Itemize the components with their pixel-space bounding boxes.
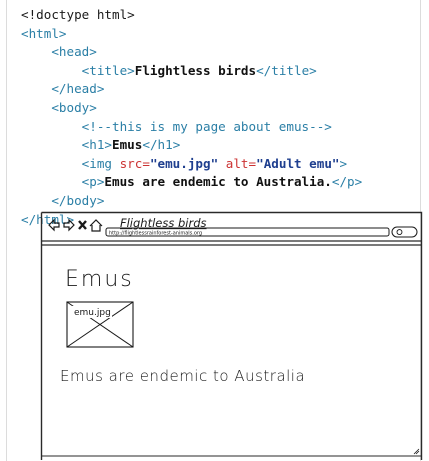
alt-value: "Adult emu" <box>256 155 340 171</box>
back-arrow-icon[interactable] <box>48 218 60 232</box>
head-close-tag: </head> <box>51 81 105 97</box>
doctype-text: <!doctype html> <box>21 7 135 22</box>
browser-wireframe-sketch: Flightless birds http://flightlessrainfo… <box>40 211 423 460</box>
forward-arrow-icon[interactable] <box>63 218 75 232</box>
html-open-tag: <html> <box>21 25 67 41</box>
code-line-html-open: <html> <box>21 25 421 44</box>
p-text: Emus are endemic to Australia. <box>104 174 332 190</box>
body-close-tag: </body> <box>51 192 105 208</box>
src-attribute: src= <box>119 155 150 171</box>
search-box[interactable] <box>391 226 418 238</box>
url-text: http://flightlessrainforest-animals.org <box>109 231 202 237</box>
window-outline <box>40 211 423 460</box>
image-label: emu.jpg <box>74 308 111 318</box>
p-close-tag: </p> <box>331 174 363 190</box>
h1-close-tag: </h1> <box>142 137 181 153</box>
title-text: Flightless birds <box>134 62 257 78</box>
stop-x-icon[interactable] <box>78 220 87 230</box>
code-line-p: <p>Emus are endemic to Australia.</p> <box>21 173 421 192</box>
sketch-paragraph: Emus are endemic to Australia <box>60 367 305 385</box>
search-icon <box>396 229 403 235</box>
code-line-body-open: <body> <box>21 99 421 118</box>
code-line-head-close: </head> <box>21 80 421 99</box>
figure-frame: <!doctype html> <html> <head> <title>Fli… <box>6 0 423 461</box>
home-icon[interactable] <box>89 219 103 232</box>
code-line-comment: <!--this is my page about emus--> <box>21 118 421 137</box>
sketch-heading: Emus <box>65 267 134 292</box>
code-line-body-close: </body> <box>21 192 421 211</box>
code-line-title: <title>Flightless birds</title> <box>21 62 421 81</box>
h1-open-tag: <h1> <box>81 137 113 153</box>
title-close-tag: </title> <box>256 62 317 78</box>
comment-text: <!--this is my page about emus--> <box>81 118 332 134</box>
code-line-h1: <h1>Emus</h1> <box>21 136 421 155</box>
src-value: "emu.jpg" <box>149 155 219 171</box>
p-open-tag: <p> <box>81 174 105 190</box>
code-line-doctype: <!doctype html> <box>21 6 421 25</box>
code-line-head-open: <head> <box>21 43 421 62</box>
img-open-tag: <img <box>81 155 120 171</box>
alt-attribute: alt= <box>218 155 257 171</box>
code-line-img: <img src="emu.jpg" alt="Adult emu"> <box>21 155 421 174</box>
html-source-code: <!doctype html> <html> <head> <title>Fli… <box>21 6 421 229</box>
title-open-tag: <title> <box>81 62 135 78</box>
head-open-tag: <head> <box>51 44 97 60</box>
img-close-bracket: > <box>339 155 348 171</box>
resize-grip-icon[interactable] <box>413 448 420 455</box>
h1-text: Emus <box>112 137 143 153</box>
body-open-tag: <body> <box>51 99 97 115</box>
